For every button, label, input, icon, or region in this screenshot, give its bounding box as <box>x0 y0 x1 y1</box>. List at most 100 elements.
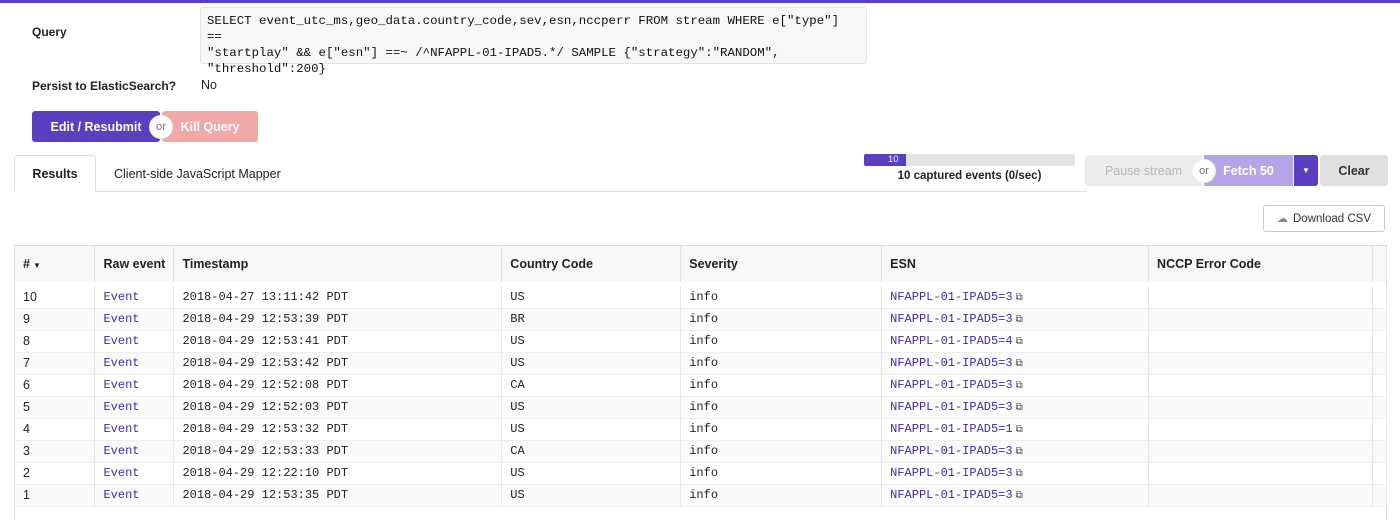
column-header-raw-event[interactable]: Raw event <box>94 246 175 282</box>
column-header-country-code[interactable]: Country Code <box>501 246 682 282</box>
edit-resubmit-button[interactable]: Edit / Resubmit <box>32 111 160 142</box>
country-code-cell: BR <box>501 308 682 331</box>
nccp-error-cell <box>1148 352 1373 375</box>
external-link-icon[interactable]: ⧉ <box>1016 468 1023 479</box>
persist-value: No <box>201 78 217 92</box>
external-link-icon[interactable]: ⧉ <box>1016 358 1023 369</box>
cloud-download-icon: ☁ <box>1277 213 1288 225</box>
column-header-timestamp[interactable]: Timestamp <box>173 246 503 282</box>
external-link-icon[interactable]: ⧉ <box>1016 446 1023 457</box>
column-header-severity[interactable]: Severity <box>680 246 883 282</box>
table-row: 3 Event 2018-04-29 12:53:33 PDT CA info NFAPP… <box>15 440 1388 463</box>
table-row: 4 Event 2018-04-29 12:53:32 PDT US info NFAPP… <box>15 418 1388 441</box>
download-csv-button[interactable]: ☁ Download CSV <box>1263 205 1385 232</box>
raw-event-link[interactable]: Event <box>103 444 139 458</box>
raw-event-link[interactable]: Event <box>103 290 139 304</box>
raw-event-link[interactable]: Event <box>103 422 139 436</box>
column-header-number[interactable]: # ▼ <box>15 246 96 282</box>
query-label: Query <box>32 25 67 39</box>
country-code-cell: US <box>501 418 682 441</box>
clear-button[interactable]: Clear <box>1320 155 1388 186</box>
column-header-esn[interactable]: ESN <box>881 246 1150 282</box>
nccp-error-cell <box>1148 484 1373 507</box>
esn-link[interactable]: NFAPPL-01-IPAD5=3 <box>890 400 1012 414</box>
external-link-icon[interactable]: ⧉ <box>1016 292 1023 303</box>
timestamp-cell: 2018-04-29 12:52:08 PDT <box>173 374 503 397</box>
pause-stream-button[interactable]: Pause stream <box>1085 155 1202 186</box>
esn-cell: NFAPPL-01-IPAD5=3 ⧉ <box>881 308 1150 331</box>
column-header-nccp-error-code[interactable]: NCCP Error Code <box>1148 246 1373 282</box>
raw-event-link[interactable]: Event <box>103 400 139 414</box>
external-link-icon[interactable]: ⧉ <box>1016 336 1023 347</box>
esn-link[interactable]: NFAPPL-01-IPAD5=3 <box>890 466 1012 480</box>
esn-link[interactable]: NFAPPL-01-IPAD5=3 <box>890 488 1012 502</box>
table-row: 7 Event 2018-04-29 12:53:42 PDT US info NFAPP… <box>15 352 1388 375</box>
raw-event-link[interactable]: Event <box>103 356 139 370</box>
esn-link[interactable]: NFAPPL-01-IPAD5=3 <box>890 290 1012 304</box>
nccp-error-cell <box>1148 286 1373 309</box>
esn-cell: NFAPPL-01-IPAD5=3 ⧉ <box>881 374 1150 397</box>
esn-link[interactable]: NFAPPL-01-IPAD5=3 <box>890 444 1012 458</box>
tab-javascript-mapper[interactable]: Client-side JavaScript Mapper <box>96 155 299 192</box>
external-link-icon[interactable]: ⧉ <box>1016 402 1023 413</box>
kill-query-button[interactable]: Kill Query <box>162 111 258 142</box>
esn-link[interactable]: NFAPPL-01-IPAD5=3 <box>890 356 1012 370</box>
fetch-50-button[interactable]: Fetch 50 <box>1204 155 1293 186</box>
nccp-error-cell <box>1148 462 1373 485</box>
esn-cell: NFAPPL-01-IPAD5=3 ⧉ <box>881 440 1150 463</box>
raw-event-cell: Event <box>94 352 175 375</box>
tab-results[interactable]: Results <box>14 155 96 192</box>
row-number: 2 <box>15 462 96 485</box>
capture-progress: 10 10 captured events (0/sec) <box>864 154 1075 190</box>
raw-event-cell: Event <box>94 440 175 463</box>
fetch-dropdown-button[interactable]: ▼ <box>1294 155 1318 186</box>
sort-desc-icon: ▼ <box>32 261 41 270</box>
raw-event-cell: Event <box>94 286 175 309</box>
severity-cell: info <box>680 440 883 463</box>
esn-cell: NFAPPL-01-IPAD5=3 ⧉ <box>881 462 1150 485</box>
esn-cell: NFAPPL-01-IPAD5=1 ⧉ <box>881 418 1150 441</box>
timestamp-cell: 2018-04-29 12:53:32 PDT <box>173 418 503 441</box>
query-text: SELECT event_utc_ms,geo_data.country_cod… <box>200 7 867 76</box>
timestamp-cell: 2018-04-29 12:53:42 PDT <box>173 352 503 375</box>
raw-event-cell: Event <box>94 374 175 397</box>
row-number: 6 <box>15 374 96 397</box>
country-code-cell: CA <box>501 440 682 463</box>
raw-event-link[interactable]: Event <box>103 334 139 348</box>
row-number: 4 <box>15 418 96 441</box>
filler-cell <box>1372 330 1388 353</box>
esn-link[interactable]: NFAPPL-01-IPAD5=4 <box>890 334 1012 348</box>
filler-cell <box>1372 308 1388 331</box>
or-separator: or <box>150 116 172 138</box>
timestamp-cell: 2018-04-27 13:11:42 PDT <box>173 286 503 309</box>
external-link-icon[interactable]: ⧉ <box>1016 424 1023 435</box>
timestamp-cell: 2018-04-29 12:53:35 PDT <box>173 484 503 507</box>
nccp-error-cell <box>1148 418 1373 441</box>
raw-event-link[interactable]: Event <box>103 378 139 392</box>
table-row: 9 Event 2018-04-29 12:53:39 PDT BR info NFAPP… <box>15 308 1388 331</box>
esn-link[interactable]: NFAPPL-01-IPAD5=3 <box>890 312 1012 326</box>
esn-cell: NFAPPL-01-IPAD5=3 ⧉ <box>881 352 1150 375</box>
esn-link[interactable]: NFAPPL-01-IPAD5=1 <box>890 422 1012 436</box>
country-code-cell: US <box>501 330 682 353</box>
raw-event-link[interactable]: Event <box>103 466 139 480</box>
external-link-icon[interactable]: ⧉ <box>1016 380 1023 391</box>
external-link-icon[interactable]: ⧉ <box>1016 314 1023 325</box>
raw-event-link[interactable]: Event <box>103 312 139 326</box>
column-header-filler <box>1372 246 1388 282</box>
nccp-error-cell <box>1148 330 1373 353</box>
esn-link[interactable]: NFAPPL-01-IPAD5=3 <box>890 378 1012 392</box>
raw-event-link[interactable]: Event <box>103 488 139 502</box>
severity-cell: info <box>680 462 883 485</box>
nccp-error-cell <box>1148 440 1373 463</box>
or-separator-stream: or <box>1193 160 1215 182</box>
nccp-error-cell <box>1148 396 1373 419</box>
row-number: 3 <box>15 440 96 463</box>
external-link-icon[interactable]: ⧉ <box>1016 490 1023 501</box>
table-row: 5 Event 2018-04-29 12:52:03 PDT US info NFAPP… <box>15 396 1388 419</box>
raw-event-cell: Event <box>94 396 175 419</box>
filler-cell <box>1372 418 1388 441</box>
nccp-error-cell <box>1148 308 1373 331</box>
filler-cell <box>1372 286 1388 309</box>
country-code-cell: US <box>501 484 682 507</box>
